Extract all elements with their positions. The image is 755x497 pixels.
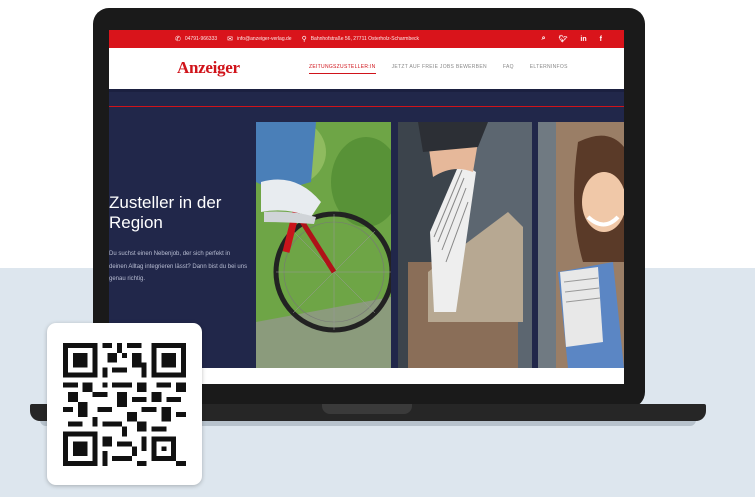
contact-topbar: ✆ 04791-966333 ✉ info@anzeiger-verlag.de…	[109, 30, 624, 48]
qr-code-card	[47, 323, 202, 485]
hero-title: Zusteller in der Region	[109, 193, 222, 232]
phone-contact[interactable]: ✆ 04791-966333	[175, 35, 217, 43]
twitter-icon[interactable]: 🐦︎	[559, 35, 568, 43]
search-icon[interactable]: ⌕	[542, 35, 546, 43]
linkedin-icon[interactable]: in	[580, 36, 586, 43]
site-logo[interactable]: Anzeiger	[177, 58, 240, 78]
social-links: ⌕ 🐦︎ in f	[542, 30, 602, 48]
map-pin-icon: ⚲	[301, 36, 307, 43]
facebook-icon[interactable]: f	[600, 36, 602, 43]
phone-icon: ✆	[175, 36, 181, 43]
photo-girl-newspapers	[538, 122, 624, 368]
envelope-icon: ✉	[227, 36, 234, 43]
nav-item-jobs-bewerben[interactable]: JETZT AUF FREIE JOBS BEWERBEN	[392, 64, 487, 74]
main-navigation: Anzeiger ZEITUNGSZUSTELLER:IN JETZT AUF …	[109, 48, 624, 107]
nav-item-faq[interactable]: FAQ	[503, 64, 514, 74]
laptop-notch	[322, 404, 412, 414]
photo-cyclist	[256, 122, 391, 368]
email-contact[interactable]: ✉ info@anzeiger-verlag.de	[227, 35, 291, 43]
phone-number: 04791-966333	[184, 36, 218, 42]
nav-item-zeitungszusteller[interactable]: ZEITUNGSZUSTELLER:IN	[309, 64, 376, 74]
nav-item-elterninfos[interactable]: ELTERNINFOS	[530, 64, 568, 74]
nav-shadow	[109, 89, 624, 92]
address-contact[interactable]: ⚲ Bahnhofstraße 56, 27711 Osterholz-Scha…	[302, 35, 419, 43]
street-address: Bahnhofstraße 56, 27711 Osterholz-Scharm…	[310, 36, 420, 42]
nav-menu: ZEITUNGSZUSTELLER:IN JETZT AUF FREIE JOB…	[309, 64, 584, 74]
qr-code[interactable]	[63, 340, 186, 469]
email-address: info@anzeiger-verlag.de	[237, 36, 292, 42]
nav-divider	[109, 106, 624, 107]
hero-description: Du suchst einen Nebenjob, der sich perfe…	[109, 251, 248, 282]
photo-newspaper-mailbox	[398, 122, 532, 368]
